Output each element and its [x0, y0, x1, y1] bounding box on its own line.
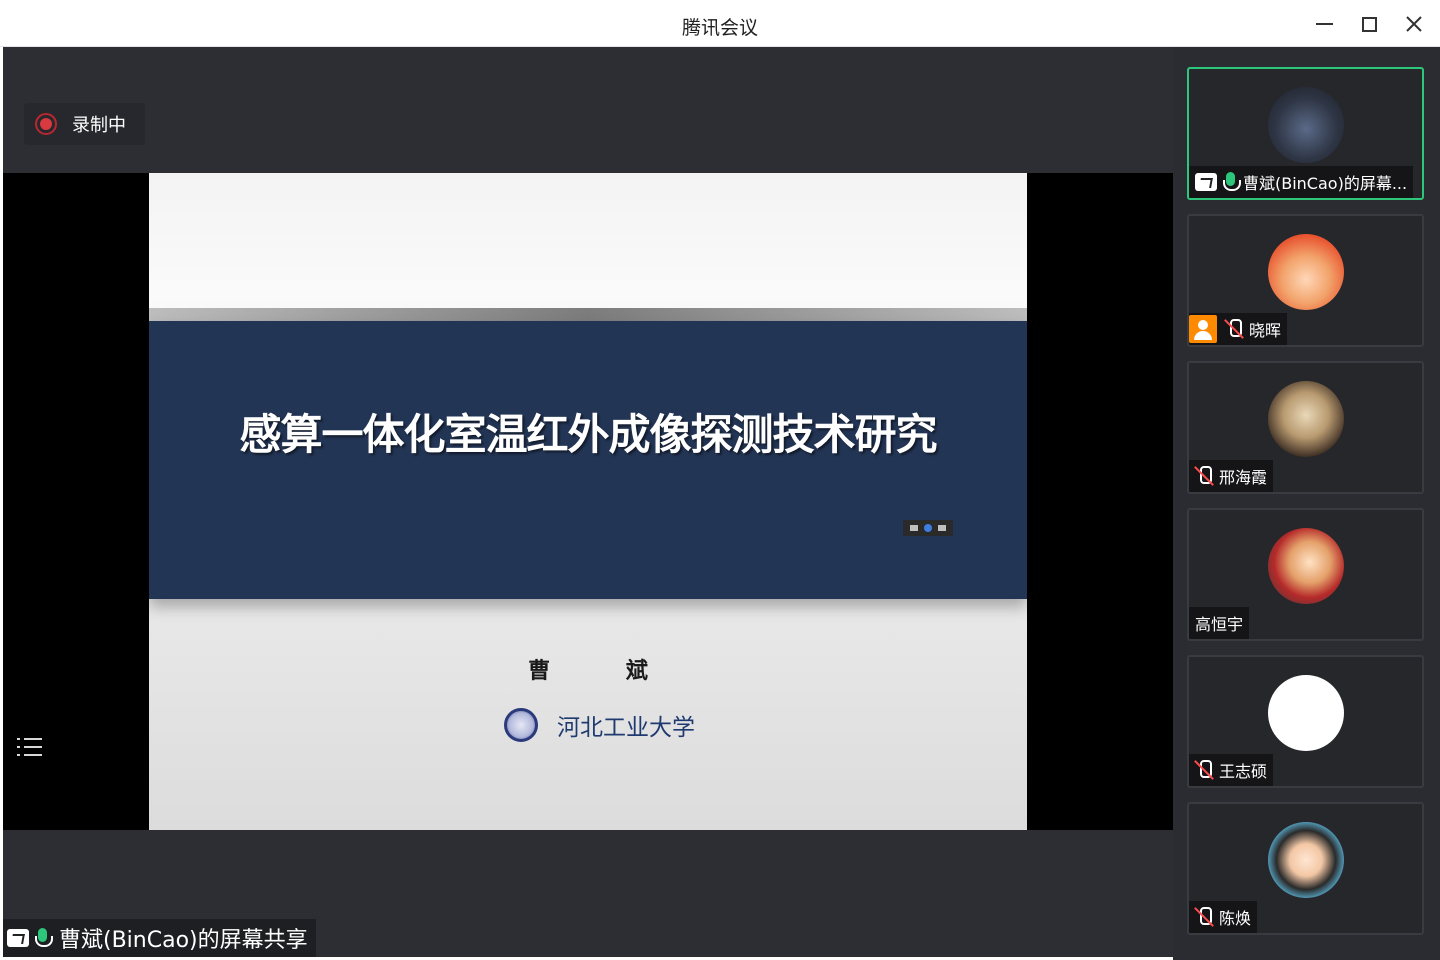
close-button[interactable]: [1394, 8, 1434, 40]
slide-school: 河北工业大学: [504, 708, 695, 742]
participant-name: 高恒宇: [1195, 615, 1244, 634]
slide-band-shadow: [149, 308, 1027, 322]
school-name: 河北工业大学: [557, 715, 695, 741]
maximize-button[interactable]: [1349, 8, 1389, 40]
minimize-icon: [1315, 23, 1333, 25]
participant-tile[interactable]: 陈焕: [1187, 802, 1424, 935]
mic-on-icon: [1223, 171, 1241, 193]
university-logo: [504, 708, 538, 742]
list-toggle-icon[interactable]: [17, 735, 43, 759]
participant-name-tag: 陈焕: [1189, 901, 1258, 933]
participant-name: 曹斌(BinCao)的屏幕...: [1243, 174, 1408, 193]
dropdown-icon: [938, 525, 946, 531]
participant-name-tag: 晓晖: [1189, 313, 1288, 345]
recording-indicator[interactable]: 录制中: [24, 103, 145, 145]
participant-name-tag: 邢海霞: [1189, 460, 1274, 492]
presenter-photo: [1268, 87, 1344, 163]
slide-mini-toolbar[interactable]: [903, 520, 953, 536]
slide-title: 感算一体化室温红外成像探测技术研究: [239, 410, 937, 459]
mic-muted-icon: [1225, 318, 1243, 340]
record-icon: [35, 113, 57, 135]
help-icon: [924, 524, 932, 532]
share-caption: 曹斌(BinCao)的屏幕共享: [3, 919, 316, 957]
maximize-icon: [1361, 16, 1377, 32]
white-circle-avatar: [1268, 675, 1344, 751]
participant-name-tag: 高恒宇: [1189, 607, 1250, 639]
close-icon: [1406, 16, 1422, 32]
mic-muted-icon: [1195, 906, 1213, 928]
screen-share-area[interactable]: 感算一体化室温红外成像探测技术研究 曹 斌 河北工业大学: [3, 173, 1173, 830]
silhouette-photo-avatar: [1268, 381, 1344, 457]
title-bar: 腾讯会议: [0, 0, 1440, 47]
participant-name-tag: 王志硕: [1189, 754, 1274, 786]
window-title: 腾讯会议: [681, 17, 758, 39]
keyboard-icon: [910, 525, 918, 531]
participant-tile[interactable]: 王志硕: [1187, 655, 1424, 788]
participant-name: 王志硕: [1219, 762, 1268, 781]
participant-name: 晓晖: [1249, 321, 1282, 340]
recording-label: 录制中: [72, 115, 126, 136]
screen-share-icon: [1195, 173, 1217, 191]
mic-muted-icon: [1195, 759, 1213, 781]
share-caption-text: 曹斌(BinCao)的屏幕共享: [59, 928, 308, 953]
participant-name: 邢海霞: [1219, 468, 1268, 487]
cartoon-character-avatar: [1268, 528, 1344, 604]
participant-tile[interactable]: 高恒宇: [1187, 508, 1424, 641]
participant-tile[interactable]: 晓晖: [1187, 214, 1424, 347]
mic-on-icon: [35, 927, 53, 949]
participant-name: 陈焕: [1219, 909, 1252, 928]
minimize-button[interactable]: [1304, 8, 1344, 40]
participant-tile[interactable]: 邢海霞: [1187, 361, 1424, 494]
participant-name-tag: 曹斌(BinCao)的屏幕...: [1189, 166, 1414, 198]
mic-muted-icon: [1195, 465, 1213, 487]
screen-share-icon: [7, 929, 29, 947]
user-icon: [1189, 315, 1217, 343]
participant-sidebar: 曹斌(BinCao)的屏幕... 晓晖 邢海霞 高恒宇 王志硕 陈焕: [1173, 47, 1440, 960]
participant-tile[interactable]: 曹斌(BinCao)的屏幕...: [1187, 67, 1424, 200]
cartoon-girl-avatar: [1268, 234, 1344, 310]
main-stage: 录制中 感算一体化室温红外成像探测技术研究 曹 斌 河北工业大学 曹斌(BinC…: [3, 47, 1173, 957]
slide-title-band: 感算一体化室温红外成像探测技术研究: [149, 321, 1027, 599]
presentation-slide: 感算一体化室温红外成像探测技术研究 曹 斌 河北工业大学: [149, 173, 1027, 830]
slide-author: 曹 斌: [528, 659, 682, 684]
cartoon-woman-avatar: [1268, 822, 1344, 898]
